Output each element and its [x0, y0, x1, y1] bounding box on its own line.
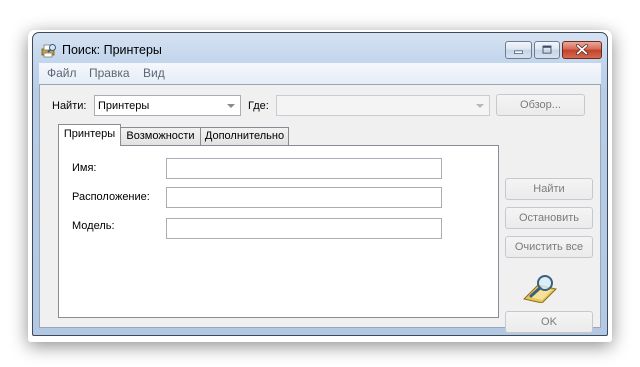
tab-advanced[interactable]: Дополнительно	[200, 127, 289, 145]
tab-panel-printers: Имя: Расположение: Модель:	[58, 145, 499, 318]
location-label: Расположение:	[72, 191, 150, 203]
chevron-down-icon	[227, 104, 235, 108]
close-button[interactable]	[562, 41, 602, 59]
where-combo[interactable]	[276, 95, 490, 116]
location-field[interactable]	[166, 187, 442, 208]
minimize-button[interactable]	[505, 41, 532, 59]
tab-printers[interactable]: Принтеры	[58, 124, 121, 146]
menu-edit[interactable]: Правка	[89, 66, 130, 80]
where-label: Где:	[248, 100, 269, 112]
menu-bar: Файл Правка Вид	[39, 63, 601, 84]
maximize-icon	[542, 45, 552, 54]
find-now-button[interactable]: Найти	[505, 178, 593, 200]
stop-button[interactable]: Остановить	[505, 207, 593, 229]
clear-all-button[interactable]: Очистить все	[505, 236, 593, 258]
name-field[interactable]	[166, 158, 442, 179]
search-animation-icon	[523, 275, 557, 303]
window-title: Поиск: Принтеры	[62, 43, 162, 57]
close-icon	[576, 44, 588, 56]
name-label: Имя:	[72, 162, 97, 174]
find-printers-icon	[41, 44, 56, 58]
find-type-value: Принтеры	[98, 100, 150, 112]
chevron-down-icon	[476, 104, 484, 108]
maximize-button[interactable]	[534, 41, 560, 59]
find-label: Найти:	[52, 100, 87, 112]
title-bar[interactable]: Поиск: Принтеры	[33, 33, 607, 63]
ok-button[interactable]: OK	[505, 311, 593, 333]
model-label: Модель:	[72, 220, 115, 232]
find-printers-window: Поиск: Принтеры Файл Правка Вид Найти: П…	[32, 32, 608, 336]
find-type-combo[interactable]: Принтеры	[94, 95, 241, 116]
menu-file[interactable]: Файл	[47, 66, 77, 80]
menu-view[interactable]: Вид	[143, 66, 165, 80]
dialog-client-area: Найти: Принтеры Где: Обзор... Принтеры В…	[39, 84, 601, 333]
browse-button[interactable]: Обзор...	[496, 94, 585, 116]
tab-features[interactable]: Возможности	[120, 127, 201, 145]
model-field[interactable]	[166, 218, 442, 239]
minimize-icon	[514, 50, 523, 54]
